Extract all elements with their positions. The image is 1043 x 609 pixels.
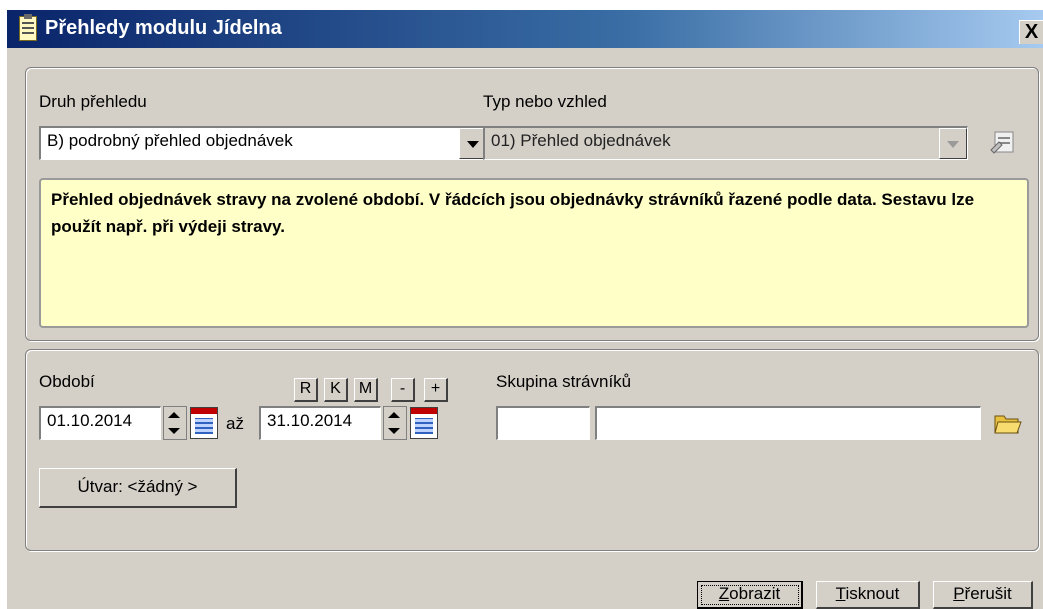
cancel-accelerator: P (953, 584, 965, 603)
date-to-input[interactable]: 31.10.2014 (259, 406, 381, 440)
quarter-button[interactable]: K (324, 378, 348, 402)
report-kind-value: B) podrobný přehled objednávek (47, 131, 293, 150)
report-description: Přehled objednávek stravy na zvolené obd… (39, 178, 1029, 328)
report-type-select[interactable]: 01) Přehled objednávek (483, 126, 968, 160)
calendar-icon[interactable] (190, 407, 218, 439)
report-type-label: Typ nebo vzhled (483, 92, 607, 111)
diner-group-label: Skupina strávníků (496, 372, 632, 391)
chevron-down-icon (947, 140, 959, 148)
unit-button[interactable]: Útvar: <žádný > (39, 468, 237, 508)
spin-up-icon[interactable] (168, 412, 180, 418)
cancel-label: řerušit (964, 584, 1012, 603)
print-button[interactable]: Tisknout (816, 581, 920, 609)
date-from-spinner[interactable] (163, 406, 187, 440)
spin-down-icon[interactable] (388, 428, 400, 434)
date-from-value: 01.10.2014 (47, 411, 133, 430)
spin-up-icon[interactable] (388, 412, 400, 418)
diner-group-name-input[interactable] (595, 406, 981, 440)
diner-group-code-input[interactable] (496, 406, 590, 440)
period-group: Období R K M - + Skupina strávníků 01.10.201… (25, 349, 1039, 551)
report-type-value: 01) Přehled objednávek (491, 131, 671, 150)
print-accelerator: T (835, 584, 846, 603)
plus-button[interactable]: + (424, 378, 448, 402)
cancel-button[interactable]: Přerušit (933, 581, 1033, 609)
show-accelerator: Z (718, 584, 730, 603)
date-to-spinner[interactable] (383, 406, 407, 440)
print-label: isknout (845, 584, 900, 603)
date-to-label: až (226, 414, 244, 433)
month-button[interactable]: M (354, 378, 378, 402)
calendar-icon[interactable] (410, 407, 438, 439)
report-kind-group: Druh přehledu B) podrobný přehled objedn… (25, 67, 1039, 341)
title-bar[interactable]: Přehledy modulu Jídelna X (7, 10, 1043, 48)
chevron-down-icon (467, 140, 479, 148)
open-folder-icon[interactable] (994, 413, 1022, 435)
report-type-dropdown-button[interactable] (939, 128, 967, 159)
properties-icon[interactable] (989, 128, 1017, 156)
clipboard-icon (19, 14, 37, 41)
window-title: Přehledy modulu Jídelna (45, 17, 282, 39)
report-kind-select[interactable]: B) podrobný přehled objednávek (39, 126, 488, 160)
show-button[interactable]: Zobrazit (697, 581, 803, 609)
date-to-value: 31.10.2014 (267, 411, 353, 430)
close-button[interactable]: X (1019, 20, 1043, 44)
report-kind-label: Druh přehledu (39, 92, 147, 111)
report-dialog: Přehledy modulu Jídelna X Druh přehledu … (7, 10, 1043, 609)
period-label: Období (39, 372, 95, 391)
year-button[interactable]: R (294, 378, 318, 402)
minus-button[interactable]: - (391, 378, 415, 402)
date-from-input[interactable]: 01.10.2014 (39, 406, 161, 440)
show-label: obrazit (729, 584, 781, 603)
spin-down-icon[interactable] (168, 428, 180, 434)
